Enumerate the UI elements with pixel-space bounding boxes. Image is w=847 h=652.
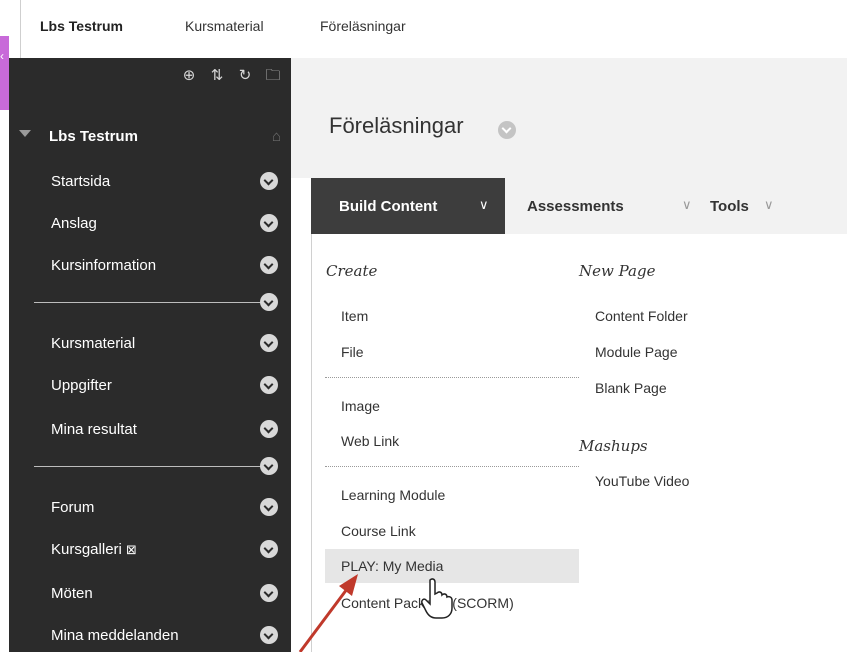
menu-item-blank-page[interactable]: Blank Page xyxy=(579,371,819,405)
menu-separator xyxy=(325,466,579,467)
chevron-down-icon[interactable] xyxy=(260,457,278,475)
sidebar-divider xyxy=(34,466,262,467)
tools-button[interactable]: Tools xyxy=(710,198,749,215)
add-circle-icon[interactable]: ⊕ xyxy=(181,66,197,86)
sort-icon[interactable]: ⇅ xyxy=(209,66,225,86)
sidebar-item-label: Anslag xyxy=(51,215,97,232)
sidebar-item-mina-meddelanden[interactable]: Mina meddelanden xyxy=(9,624,291,648)
sidebar-item-startsida[interactable]: Startsida xyxy=(9,170,291,194)
course-menu: ⊕ ⇅ ↻ 🗀 Lbs Testrum ⌂ Startsida Anslag K… xyxy=(9,58,291,652)
chevron-down-icon[interactable] xyxy=(260,293,278,311)
sidebar-item-label: Forum xyxy=(51,499,95,516)
chevron-down-icon[interactable] xyxy=(260,214,278,232)
sidebar-item-kursinformation[interactable]: Kursinformation xyxy=(9,254,291,278)
sidebar-item-label: Möten xyxy=(51,585,93,602)
chevron-down-icon[interactable] xyxy=(260,172,278,190)
menu-item-course-link[interactable]: Course Link xyxy=(325,514,579,548)
top-breadcrumb-bar: Lbs Testrum Kursmaterial Föreläsningar xyxy=(0,0,847,58)
menu-item-web-link[interactable]: Web Link xyxy=(325,424,579,458)
sidebar-item-anslag[interactable]: Anslag xyxy=(9,212,291,236)
assessments-button[interactable]: Assessments xyxy=(527,198,624,215)
chevron-down-icon: ∨ xyxy=(682,197,692,212)
sidebar-item-mina-resultat[interactable]: Mina resultat xyxy=(9,418,291,442)
home-icon[interactable]: ⌂ xyxy=(272,128,281,145)
breadcrumb-current[interactable]: Föreläsningar xyxy=(320,18,406,34)
menu-item-file[interactable]: File xyxy=(325,335,579,369)
sidebar-item-label: Uppgifter xyxy=(51,377,112,394)
sidebar-item-label: Kursinformation xyxy=(51,257,157,274)
chevron-down-icon[interactable] xyxy=(260,376,278,394)
chevron-down-icon[interactable] xyxy=(260,334,278,352)
sidebar-item-label: Mina resultat xyxy=(51,421,137,438)
chevron-down-icon[interactable] xyxy=(260,256,278,274)
refresh-icon[interactable]: ↻ xyxy=(237,66,253,86)
sidebar-item-label: Kursmaterial xyxy=(51,335,136,352)
chevron-down-icon[interactable] xyxy=(260,420,278,438)
build-content-button[interactable]: Build Content ∨ xyxy=(311,178,505,234)
hidden-from-students-icon: ⊠ xyxy=(126,542,137,557)
chevron-left-icon: ‹ xyxy=(0,49,4,63)
breadcrumb-kursmaterial[interactable]: Kursmaterial xyxy=(185,18,264,34)
sidebar-item-label: Startsida xyxy=(51,173,111,190)
menu-item-item[interactable]: Item xyxy=(325,299,579,333)
sidebar-divider xyxy=(34,302,262,303)
menu-item-youtube-video[interactable]: YouTube Video xyxy=(579,464,819,498)
menu-item-content-folder[interactable]: Content Folder xyxy=(579,299,819,333)
menu-separator xyxy=(325,377,579,378)
mashups-heading: Mashups xyxy=(579,437,648,455)
sidebar-item-uppgifter[interactable]: Uppgifter xyxy=(9,374,291,398)
sidebar-item-forum[interactable]: Forum xyxy=(9,496,291,520)
chevron-down-icon: ∨ xyxy=(764,197,774,212)
menu-item-image[interactable]: Image xyxy=(325,389,579,423)
menu-item-learning-module[interactable]: Learning Module xyxy=(325,478,579,512)
chevron-down-icon[interactable] xyxy=(498,121,516,139)
sidebar-item-text: Kursgalleri xyxy=(51,541,122,558)
sidebar-item-kursgalleri[interactable]: Kursgalleri ⊠ xyxy=(9,538,291,562)
menu-item-module-page[interactable]: Module Page xyxy=(579,335,819,369)
chevron-down-icon[interactable] xyxy=(260,584,278,602)
sidebar-item-moten[interactable]: Möten xyxy=(9,582,291,606)
chevron-down-icon[interactable] xyxy=(260,626,278,644)
sidebar-item-label: Mina meddelanden xyxy=(51,627,179,644)
chevron-down-icon: ∨ xyxy=(479,197,489,212)
breadcrumb-course[interactable]: Lbs Testrum xyxy=(40,18,123,34)
folder-icon[interactable]: 🗀 xyxy=(265,66,281,86)
build-content-label: Build Content xyxy=(339,198,438,215)
triangle-down-icon xyxy=(19,130,31,137)
page-title: Föreläsningar xyxy=(329,113,464,138)
course-menu-tools: ⊕ ⇅ ↻ 🗀 xyxy=(181,66,281,86)
chevron-down-icon[interactable] xyxy=(260,540,278,558)
new-page-heading: New Page xyxy=(579,262,656,280)
create-heading: Create xyxy=(326,262,378,280)
sidebar-item-kursmaterial[interactable]: Kursmaterial xyxy=(9,332,291,356)
divider xyxy=(20,0,21,58)
sidebar-item-label: Kursgalleri ⊠ xyxy=(51,541,137,558)
course-header[interactable]: Lbs Testrum ⌂ xyxy=(19,126,281,148)
chevron-down-icon[interactable] xyxy=(260,498,278,516)
collapse-menu-button[interactable]: ‹ xyxy=(0,36,9,110)
hand-cursor-icon xyxy=(421,578,453,619)
course-name: Lbs Testrum xyxy=(49,128,138,145)
